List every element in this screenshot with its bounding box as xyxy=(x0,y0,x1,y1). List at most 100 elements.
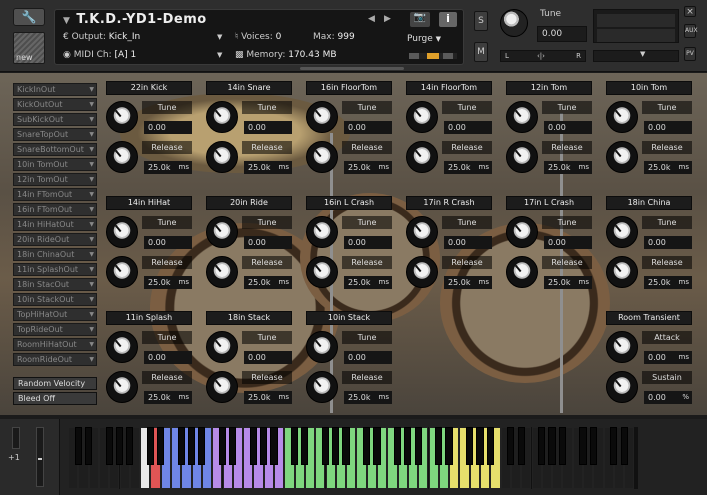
routing-item[interactable]: 12in TomOut ▼ xyxy=(13,173,97,186)
param1-value[interactable]: 0.00 xyxy=(644,121,692,134)
instrument-title[interactable]: ▼ T.K.D.-YD1-Demo xyxy=(63,12,207,27)
bleed-toggle-button[interactable]: Bleed Off xyxy=(13,392,97,405)
param1-value[interactable]: 0.00 ms xyxy=(644,351,692,364)
param2-knob[interactable] xyxy=(606,141,638,173)
routing-item[interactable]: TopHiHatOut ▼ xyxy=(13,308,97,321)
param1-knob[interactable] xyxy=(606,101,638,133)
param2-value[interactable]: 25.0k ms xyxy=(344,161,392,174)
param1-knob[interactable] xyxy=(606,216,638,248)
param2-knob[interactable] xyxy=(606,256,638,288)
routing-item[interactable]: RoomHiHatOut ▼ xyxy=(13,338,97,351)
black-key[interactable] xyxy=(373,427,381,465)
volume-slider[interactable]: ▼ xyxy=(593,50,679,62)
black-key[interactable] xyxy=(74,427,82,465)
mod-wheel[interactable] xyxy=(36,427,44,487)
black-key[interactable] xyxy=(589,427,597,465)
routing-item[interactable]: SnareTopOut ▼ xyxy=(13,128,97,141)
param2-knob[interactable] xyxy=(206,371,238,403)
routing-item[interactable]: 18in ChinaOut ▼ xyxy=(13,248,97,261)
purge-menu[interactable]: Purge ▼ xyxy=(407,34,441,44)
param2-value[interactable]: 25.0k ms xyxy=(344,276,392,289)
black-key[interactable] xyxy=(476,427,484,465)
param2-knob[interactable] xyxy=(206,256,238,288)
black-key[interactable] xyxy=(548,427,556,465)
black-key[interactable] xyxy=(115,427,124,465)
midi-channel-selector[interactable]: ◉ MIDI Ch: [A] 1 xyxy=(63,50,136,60)
black-key[interactable] xyxy=(84,427,93,465)
param1-value[interactable]: 0.00 xyxy=(444,121,492,134)
param1-value[interactable]: 0.00 xyxy=(344,121,392,134)
routing-item[interactable]: 11in SplashOut ▼ xyxy=(13,263,97,276)
black-key[interactable] xyxy=(218,427,227,465)
black-key[interactable] xyxy=(270,427,278,465)
routing-item[interactable]: KickInOut ▼ xyxy=(13,83,97,96)
pitch-wheel[interactable] xyxy=(12,427,20,449)
black-key[interactable] xyxy=(414,427,422,465)
black-key[interactable] xyxy=(198,427,206,465)
black-key[interactable] xyxy=(177,427,185,465)
routing-item[interactable]: SnareBottomOut ▼ xyxy=(13,143,97,156)
routing-item[interactable]: 14in FTomOut ▼ xyxy=(13,188,97,201)
wrench-icon[interactable]: 🔧 xyxy=(13,8,45,26)
param1-knob[interactable] xyxy=(206,216,238,248)
output-selector[interactable]: € Output: Kick_In xyxy=(63,32,140,42)
param2-value[interactable]: 25.0k ms xyxy=(244,276,292,289)
param2-value[interactable]: 25.0k ms xyxy=(344,391,392,404)
param1-knob[interactable] xyxy=(506,101,538,133)
param1-knob[interactable] xyxy=(306,216,338,248)
param1-value[interactable]: 0.00 xyxy=(244,121,292,134)
solo-button[interactable]: S xyxy=(474,11,488,31)
black-key[interactable] xyxy=(558,427,566,465)
black-key[interactable] xyxy=(466,427,474,465)
param2-knob[interactable] xyxy=(206,141,238,173)
param2-value[interactable]: 25.0k ms xyxy=(644,276,692,289)
routing-item[interactable]: 14in HiHatOut ▼ xyxy=(13,218,97,231)
param2-value[interactable]: 25.0k ms xyxy=(444,161,492,174)
param1-value[interactable]: 0.00 xyxy=(644,236,692,249)
black-key[interactable] xyxy=(538,427,546,465)
param1-knob[interactable] xyxy=(506,216,538,248)
black-key[interactable] xyxy=(146,427,154,465)
routing-item[interactable]: 10in StackOut ▼ xyxy=(13,293,97,306)
param2-value[interactable]: 25.0k ms xyxy=(544,276,592,289)
param1-value[interactable]: 0.00 xyxy=(144,236,192,249)
param1-knob[interactable] xyxy=(206,101,238,133)
black-key[interactable] xyxy=(229,427,237,465)
param2-knob[interactable] xyxy=(406,256,438,288)
routing-item[interactable]: TopRideOut ▼ xyxy=(13,323,97,336)
collapse-icon[interactable]: ▼ xyxy=(63,16,70,26)
new-snapshot-button[interactable]: new xyxy=(13,32,45,64)
param2-knob[interactable] xyxy=(506,256,538,288)
param2-knob[interactable] xyxy=(106,371,138,403)
param1-knob[interactable] xyxy=(606,331,638,363)
black-key[interactable] xyxy=(260,427,268,465)
random-velocity-button[interactable]: Random Velocity xyxy=(13,377,97,390)
param1-knob[interactable] xyxy=(106,101,138,133)
param1-knob[interactable] xyxy=(106,216,138,248)
black-key[interactable] xyxy=(363,427,371,465)
black-key[interactable] xyxy=(610,427,618,465)
black-key[interactable] xyxy=(435,427,443,465)
param2-value[interactable]: 25.0k ms xyxy=(144,276,192,289)
tune-value[interactable]: 0.00 xyxy=(537,26,587,42)
routing-item[interactable]: SubKickOut ▼ xyxy=(13,113,97,126)
black-key[interactable] xyxy=(517,427,525,465)
param2-value[interactable]: 25.0k ms xyxy=(444,276,492,289)
param2-knob[interactable] xyxy=(106,256,138,288)
black-key[interactable] xyxy=(301,427,309,465)
black-key[interactable] xyxy=(290,427,299,465)
black-key[interactable] xyxy=(620,427,628,465)
routing-item[interactable]: 18in StacOut ▼ xyxy=(13,278,97,291)
pan-slider[interactable]: L ‹|› R xyxy=(500,50,586,62)
param2-value[interactable]: 25.0k ms xyxy=(244,161,292,174)
param1-value[interactable]: 0.00 xyxy=(344,351,392,364)
routing-item[interactable]: RoomRideOut ▼ xyxy=(13,353,97,366)
close-icon[interactable]: × xyxy=(684,6,696,17)
black-key[interactable] xyxy=(342,427,350,465)
routing-item[interactable]: 20in RideOut ▼ xyxy=(13,233,97,246)
black-key[interactable] xyxy=(507,427,515,465)
black-key[interactable] xyxy=(105,427,113,465)
black-key[interactable] xyxy=(187,427,196,465)
output-dropdown-icon[interactable]: ▼ xyxy=(217,33,222,41)
param2-value[interactable]: 0.00% xyxy=(644,391,692,404)
